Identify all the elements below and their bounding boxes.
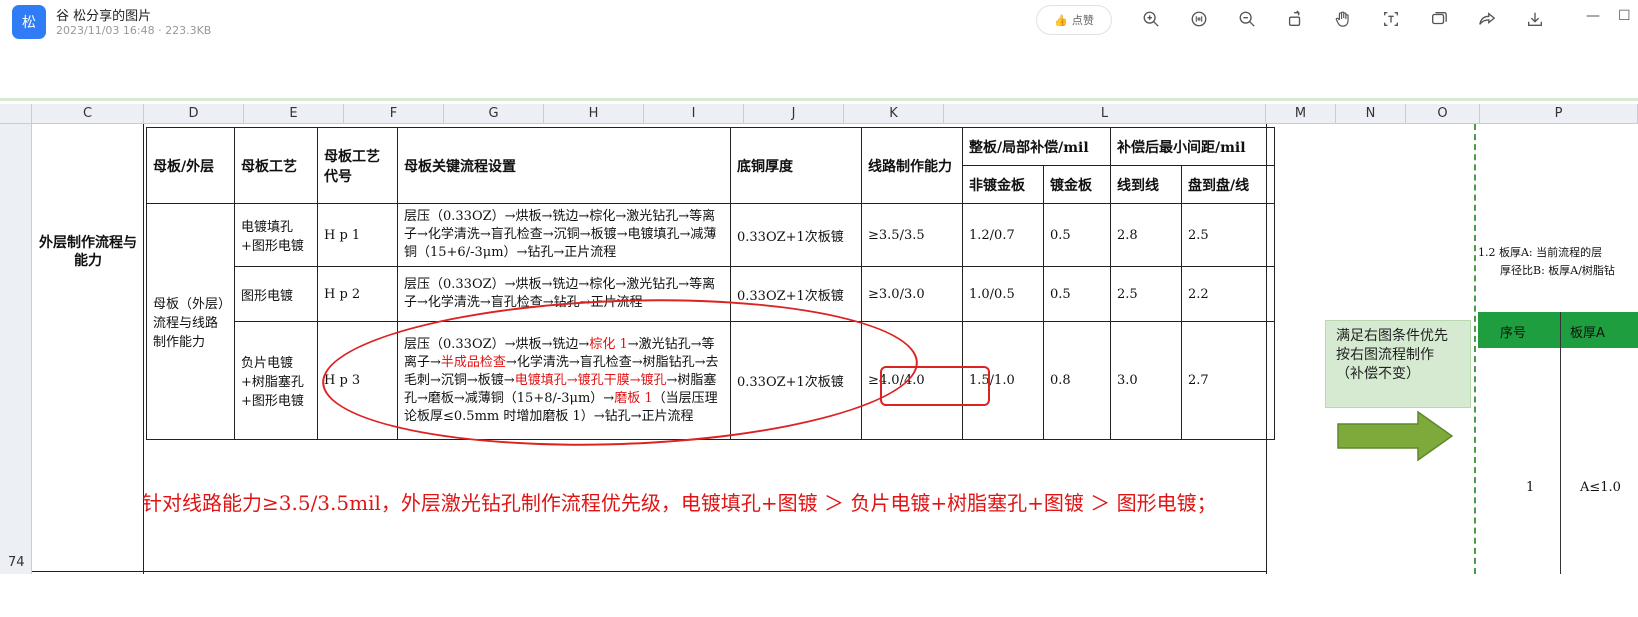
row3-process: 负片电镀+树脂塞孔+图形电镀	[234, 321, 318, 440]
row1-ltl: 2.8	[1110, 203, 1182, 267]
text-extract-icon[interactable]	[1380, 8, 1402, 30]
group-label: 母板（外层）流程与线路制作能力	[146, 203, 235, 440]
row1-capability: ≥3.5/3.5	[861, 203, 963, 267]
zoom-out-icon[interactable]	[1236, 8, 1258, 30]
column-header-k[interactable]: K	[844, 104, 944, 124]
column-header-i[interactable]: I	[644, 104, 744, 124]
column-header-e[interactable]: E	[244, 104, 344, 124]
column-header-o[interactable]: O	[1406, 104, 1480, 124]
column-header-p[interactable]: P	[1480, 104, 1638, 124]
row-number[interactable]: 74	[8, 555, 25, 570]
zoom-in-icon[interactable]	[1140, 8, 1162, 30]
row-header-column: 74	[0, 124, 32, 574]
row1-non-gold: 1.2/0.7	[962, 203, 1044, 267]
header-line-to-line: 线到线	[1110, 165, 1182, 204]
header-non-gold: 非镀金板	[962, 165, 1044, 204]
column-header-n[interactable]: N	[1336, 104, 1406, 124]
header-pad-to-pad: 盘到盘/线	[1181, 165, 1275, 204]
column-header-h[interactable]: H	[544, 104, 644, 124]
right-pane-header-thickness: 板厚A	[1570, 326, 1605, 341]
right-pane-value-thickness: A≤1.0	[1580, 480, 1621, 495]
row3-gold: 0.8	[1043, 321, 1111, 440]
like-button[interactable]: 👍 点赞	[1036, 5, 1112, 35]
section-label: 外层制作流程与能力	[39, 235, 137, 269]
highlight-box	[880, 366, 990, 406]
fit-icon[interactable]	[1188, 8, 1210, 30]
file-title: 谷 松分享的图片	[56, 9, 152, 24]
right-sheet-pane	[1474, 124, 1638, 574]
hand-icon[interactable]	[1332, 8, 1354, 30]
like-label: 点赞	[1071, 14, 1094, 27]
rotate-icon[interactable]	[1284, 8, 1306, 30]
layers-icon[interactable]	[1428, 8, 1450, 30]
column-header-c[interactable]: C	[32, 104, 144, 124]
row2-gold: 0.5	[1043, 266, 1111, 322]
title-bar: 松 谷 松分享的图片 2023/11/03 16:48 · 223.3KB 👍 …	[0, 0, 1638, 44]
row2-code: H p 2	[317, 266, 398, 322]
header-base-copper: 底铜厚度	[730, 127, 862, 204]
right-pane-header-index: 序号	[1500, 326, 1527, 341]
header-key-flow: 母板关键流程设置	[397, 127, 731, 204]
row1-ptp: 2.5	[1181, 203, 1275, 267]
row1-flow: 层压（0.33OZ）→烘板→铣边→棕化→激光钻孔→等离子→化学清洗→盲孔检查→沉…	[397, 203, 731, 267]
row1-copper: 0.33OZ+1次板镀	[730, 203, 862, 267]
column-header-d[interactable]: D	[144, 104, 244, 124]
column-header-m[interactable]: M	[1266, 104, 1336, 124]
row2-ltl: 2.5	[1110, 266, 1182, 322]
column-header-l[interactable]: L	[944, 104, 1266, 124]
row2-capability: ≥3.0/3.0	[861, 266, 963, 322]
right-pane-line1: 1.2 板厚A: 当前流程的层	[1478, 246, 1603, 259]
row1-code: H p 1	[317, 203, 398, 267]
header-gold: 镀金板	[1043, 165, 1111, 204]
right-arrow-icon	[1337, 410, 1454, 462]
column-header-j[interactable]: J	[744, 104, 844, 124]
row2-ptp: 2.2	[1181, 266, 1275, 322]
download-icon[interactable]	[1524, 8, 1546, 30]
row1-gold: 0.5	[1043, 203, 1111, 267]
row3-ptp: 2.7	[1181, 321, 1275, 440]
callout-box: 满足右图条件优先按右图流程制作（补偿不变）	[1325, 320, 1471, 408]
select-all-corner[interactable]	[0, 104, 32, 124]
column-header-g[interactable]: G	[444, 104, 544, 124]
header-compensation: 整板/局部补偿/mil	[962, 127, 1111, 166]
header-mother-board: 母板/外层	[146, 127, 235, 204]
row3-ltl: 3.0	[1110, 321, 1182, 440]
maximize-button[interactable]: ☐	[1618, 8, 1631, 24]
right-pane-value-index: 1	[1526, 480, 1535, 495]
header-process-code: 母板工艺代号	[317, 127, 398, 204]
right-pane-line2: 厚径比B: 板厚A/树脂钻	[1500, 264, 1615, 277]
row2-non-gold: 1.0/0.5	[962, 266, 1044, 322]
file-meta: 2023/11/03 16:48 · 223.3KB	[56, 24, 212, 37]
ribbon-divider	[0, 98, 1638, 101]
header-min-spacing: 补偿后最小间距/mil	[1110, 127, 1275, 166]
share-icon[interactable]	[1476, 8, 1498, 30]
minimize-button[interactable]: —	[1586, 8, 1600, 24]
priority-note: 针对线路能力≥3.5/3.5mil，外层激光钻孔制作流程优先级，电镀填孔+图镀 …	[142, 491, 1217, 515]
row1-process: 电镀填孔+图形电镀	[234, 203, 318, 267]
app-icon: 松	[12, 5, 46, 39]
header-process: 母板工艺	[234, 127, 318, 204]
right-pane-divider	[1560, 312, 1561, 574]
cell-border	[32, 571, 1267, 572]
header-line-capability: 线路制作能力	[861, 127, 963, 204]
toolbar-area	[0, 44, 1638, 100]
row2-process: 图形电镀	[234, 266, 318, 322]
thumbs-up-icon: 👍	[1054, 13, 1068, 27]
column-header-f[interactable]: F	[344, 104, 444, 124]
